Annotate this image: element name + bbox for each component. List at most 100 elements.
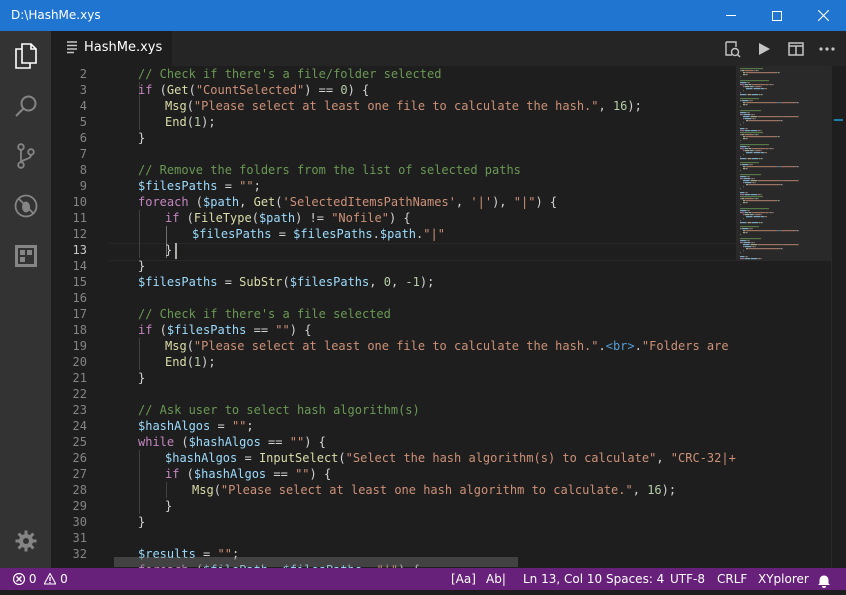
code-line[interactable]: }: [114, 130, 736, 146]
split-editor-button[interactable]: [781, 31, 811, 66]
minimap-token: [744, 178, 750, 180]
code-token: "Folders are not supported.": [641, 339, 736, 353]
code-line[interactable]: $filesPaths = SubStr($filesPaths, 0, -1)…: [114, 274, 736, 290]
minimap-token: [750, 114, 752, 116]
warning-count: 0: [60, 572, 68, 586]
problems-indicator[interactable]: 0 0: [12, 568, 68, 590]
code-line[interactable]: $filesPaths = $filesPaths.$path."|": [114, 226, 736, 242]
minimap-token: [740, 112, 746, 114]
code-line[interactable]: if ($filesPaths == "") {: [114, 322, 736, 338]
line-number: 14: [72, 259, 87, 273]
minimap[interactable]: [736, 66, 831, 568]
eol-setting[interactable]: CRLF: [717, 568, 747, 590]
vertical-scrollbar[interactable]: [831, 66, 845, 568]
minimap-token: [740, 220, 741, 222]
minimap-token: [766, 148, 768, 150]
explorer-button[interactable]: [0, 31, 51, 81]
close-button[interactable]: [800, 0, 846, 31]
encoding-setting[interactable]: UTF-8: [670, 568, 705, 590]
code-line[interactable]: Msg("Please select at least one file to …: [114, 98, 736, 114]
code-line[interactable]: // Remove the folders from the list of s…: [114, 162, 736, 178]
minimize-button[interactable]: [708, 0, 754, 31]
minimap-token: [758, 244, 782, 246]
cursor-position[interactable]: Ln 13, Col 10: [523, 568, 602, 590]
code-editor[interactable]: 2 3 4 5 6 7 8 9 10 11 12 13 14 15 16 17 18 19 20 21 22 23 24 25…: [51, 66, 846, 568]
debug-button[interactable]: [0, 181, 51, 231]
minimap-token: [744, 150, 745, 152]
code-content[interactable]: // Check if there's a file/folder select…: [114, 66, 736, 568]
run-button[interactable]: [749, 31, 779, 66]
settings-button[interactable]: [0, 516, 51, 566]
minimap-token: [746, 192, 747, 194]
maximize-button[interactable]: [754, 0, 800, 31]
minimap-token: [752, 152, 754, 154]
code-line[interactable]: $filesPaths = "";: [114, 178, 736, 194]
code-line[interactable]: while ($hashAlgos == "") {: [114, 434, 736, 450]
code-line[interactable]: // Ask user to select hash algorithm(s): [114, 402, 736, 418]
code-line[interactable]: $hashAlgos = "";: [114, 418, 736, 434]
code-line[interactable]: }: [114, 514, 736, 530]
code-token: "|": [513, 195, 536, 209]
more-actions-button[interactable]: [812, 31, 842, 66]
minimap-token: [746, 210, 748, 212]
code-line[interactable]: Msg("Please select at least one hash alg…: [114, 482, 736, 498]
whole-word-toggle[interactable]: Ab|: [486, 568, 506, 590]
minimap-token: [744, 198, 745, 200]
code-line[interactable]: foreach ($path, Get('SelectedItemsPathNa…: [114, 194, 736, 210]
language-mode[interactable]: XYplorer: [758, 568, 809, 590]
code-line[interactable]: [114, 146, 736, 162]
source-control-button[interactable]: [0, 131, 51, 181]
code-token: ) !=: [295, 211, 332, 225]
extensions-button[interactable]: [0, 231, 51, 281]
code-line[interactable]: [114, 530, 736, 546]
minimap-token: [740, 134, 741, 136]
code-line[interactable]: [114, 386, 736, 402]
minimap-token: [778, 230, 780, 232]
minimap-token: [781, 166, 796, 168]
code-line[interactable]: }: [114, 498, 736, 514]
minimap-token: [796, 166, 797, 168]
minimap-token: [740, 140, 741, 142]
horizontal-scrollbar[interactable]: [114, 557, 518, 567]
code-token: Get: [166, 83, 189, 97]
minimap-token: [746, 222, 748, 224]
code-line[interactable]: if (Get("CountSelected") == 0) {: [114, 82, 736, 98]
minimap-token: [747, 256, 748, 258]
notifications-button[interactable]: [817, 573, 831, 588]
minimap-token: [751, 194, 757, 196]
text-cursor: [175, 243, 177, 259]
code-token: // Check if there's a file selected: [138, 307, 391, 321]
minimap-token: [768, 84, 770, 86]
minimap-token: [744, 214, 745, 216]
line-number: 2: [79, 67, 87, 81]
indentation-setting[interactable]: Spaces: 4: [606, 568, 664, 590]
code-token: if: [138, 323, 153, 337]
code-line[interactable]: }: [114, 370, 736, 386]
code-line[interactable]: End(1);: [114, 354, 736, 370]
code-line[interactable]: // Check if there's a file/folder select…: [114, 66, 736, 82]
tab-hashme[interactable]: HashMe.xys: [51, 31, 172, 66]
code-token: // Ask user to select hash algorithm(s): [138, 403, 420, 417]
minimap-token: [746, 102, 777, 104]
code-line[interactable]: if ($hashAlgos == "") {: [114, 466, 736, 482]
minimap-token: [740, 128, 744, 130]
search-button[interactable]: [0, 81, 51, 131]
minimap-token: [743, 74, 745, 76]
minimap-token: [746, 88, 752, 90]
minimap-token: [751, 130, 757, 132]
code-line[interactable]: }: [114, 258, 736, 274]
minimap-token: [782, 180, 783, 182]
code-line[interactable]: Msg("Please select at least one file to …: [114, 338, 736, 354]
minimap-token: [798, 180, 799, 182]
code-line[interactable]: End(1);: [114, 114, 736, 130]
code-line[interactable]: [114, 290, 736, 306]
code-token: ,: [632, 483, 648, 497]
code-line[interactable]: $hashAlgos = InputSelect("Select the has…: [114, 450, 736, 466]
code-token: $filesPaths: [138, 275, 218, 289]
open-changes-button[interactable]: [717, 31, 747, 66]
code-line[interactable]: // Check if there's a file selected: [114, 306, 736, 322]
match-case-toggle[interactable]: [Aa]: [451, 568, 476, 590]
code-line[interactable]: if (FileType($path) != "Nofile") {: [114, 210, 736, 226]
code-line[interactable]: }: [114, 242, 736, 258]
minimap-token: [740, 92, 741, 94]
